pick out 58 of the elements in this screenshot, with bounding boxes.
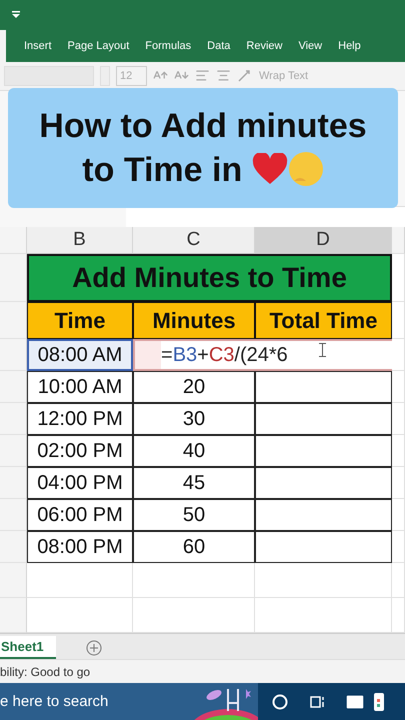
formula-cell[interactable]: =B3+C3/(24*6 <box>133 339 392 372</box>
add-sheet-icon[interactable] <box>86 640 102 656</box>
column-header[interactable]: B <box>27 227 133 254</box>
sheet-tab[interactable]: Sheet1 <box>0 636 56 660</box>
row-header[interactable] <box>0 563 27 598</box>
row-header[interactable] <box>0 531 27 564</box>
ribbon-tab[interactable]: Insert <box>16 30 60 62</box>
row-header[interactable] <box>0 598 27 634</box>
text-cursor-icon <box>319 343 326 358</box>
banner-title: How to Add minutes to Time in <box>38 106 368 191</box>
table-cell: 02:00 PM <box>27 435 133 468</box>
ribbon-tab[interactable]: View <box>290 30 330 62</box>
formula-text: =B3+C3/(24*6 <box>161 344 288 367</box>
row-header[interactable] <box>0 403 27 436</box>
emoji-icon <box>288 151 324 187</box>
table-cell: 08:00 PM <box>27 531 133 564</box>
heart-icon <box>252 153 288 185</box>
row-header[interactable] <box>0 254 27 302</box>
table-cell: 20 <box>133 371 255 404</box>
file-tab[interactable] <box>0 30 6 62</box>
table-header-cell: Time <box>27 302 133 340</box>
task-view-icon[interactable] <box>310 694 326 710</box>
row-header[interactable] <box>0 499 27 532</box>
ribbon-tab[interactable]: Review <box>238 30 290 62</box>
table-cell: 30 <box>133 403 255 436</box>
calendar-icon[interactable] <box>374 692 384 712</box>
ribbon-tab[interactable]: Page Layout <box>60 30 138 62</box>
customize-icon[interactable] <box>12 10 20 19</box>
ribbon-tab[interactable]: Formulas <box>137 30 200 62</box>
ribbon-tab[interactable]: Help <box>330 30 369 62</box>
column-header[interactable]: D <box>255 227 392 254</box>
table-cell: 45 <box>133 467 255 500</box>
row-header[interactable] <box>0 435 27 468</box>
align-middle-icon[interactable] <box>216 68 231 84</box>
table-title-cell: Add Minutes to Time <box>27 254 392 302</box>
row-header[interactable] <box>0 371 27 404</box>
table-cell: 50 <box>133 499 255 532</box>
table-cell: 40 <box>133 435 255 468</box>
orientation-icon[interactable] <box>237 68 253 83</box>
table-header-cell: Total Time <box>255 302 392 340</box>
table-cell: 04:00 PM <box>27 467 133 500</box>
row-header[interactable] <box>392 227 405 254</box>
align-top-icon[interactable] <box>195 68 210 84</box>
table-cell: 08:00 AM <box>27 339 133 372</box>
search-field[interactable]: e here to search <box>0 683 258 720</box>
circle-icon[interactable] <box>272 694 288 710</box>
table-cell: 60 <box>133 531 255 564</box>
row-header[interactable] <box>0 339 27 372</box>
table-cell: 12:00 PM <box>27 403 133 436</box>
table-cell: 06:00 PM <box>27 499 133 532</box>
row-header[interactable] <box>0 227 27 254</box>
table-header-cell: Minutes <box>133 302 255 340</box>
table-cell: 10:00 AM <box>27 371 133 404</box>
row-header[interactable] <box>0 467 27 500</box>
ribbon-tab[interactable]: Data <box>199 30 238 62</box>
row-header[interactable] <box>0 302 27 340</box>
status-text: bility: Good to go <box>0 664 90 679</box>
column-header[interactable]: C <box>133 227 255 254</box>
